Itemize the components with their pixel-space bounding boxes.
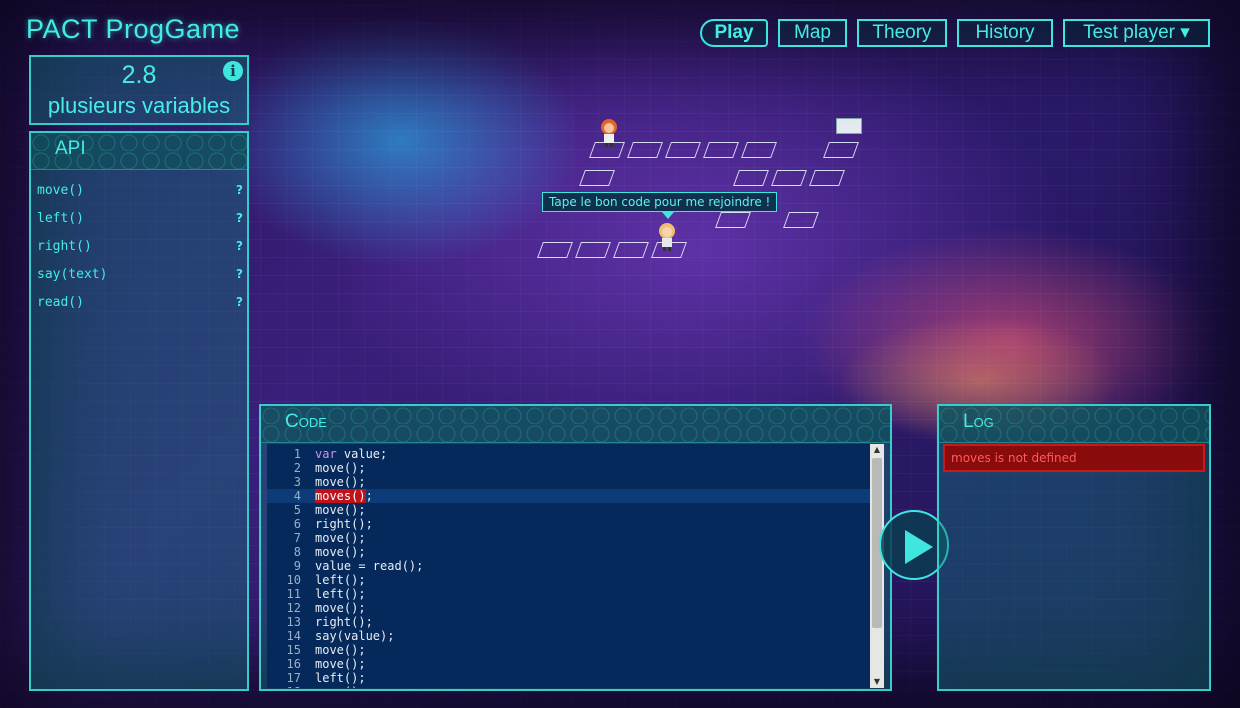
line-number: 8: [293, 545, 301, 559]
code-text: value = read();: [315, 559, 424, 573]
code-title: Code: [285, 411, 327, 432]
code-line[interactable]: 9 value = read();: [267, 559, 875, 573]
line-number: 17: [286, 671, 301, 685]
code-editor[interactable]: 1 var value; 2 move(); 3 move(); 4 moves(); 5 mov…: [267, 444, 884, 688]
scroll-down-icon[interactable]: ▼: [870, 676, 884, 688]
help-icon[interactable]: ?: [236, 295, 243, 309]
panel-header: API: [31, 133, 247, 170]
code-text: right();: [315, 517, 373, 531]
api-panel: API move()? left()? right()? say(text)? read…: [29, 131, 249, 691]
editor-scrollbar[interactable]: ▲ ▼: [870, 444, 884, 688]
line-number: 6: [293, 517, 301, 531]
line-number: 14: [286, 629, 301, 643]
level-panel: 2.8 plusieurs variables i: [29, 55, 249, 125]
log-error-message: moves is not defined: [943, 444, 1205, 472]
panel-header: Log: [939, 406, 1209, 443]
code-line[interactable]: 13 right();: [267, 615, 875, 629]
line-number: 12: [286, 601, 301, 615]
api-item[interactable]: move()?: [37, 183, 243, 203]
nav-map-button[interactable]: Map: [778, 19, 847, 47]
line-number: 1: [293, 447, 301, 461]
api-item[interactable]: right()?: [37, 239, 243, 259]
line-number: 18: [267, 685, 301, 688]
help-icon[interactable]: ?: [236, 267, 243, 281]
code-line[interactable]: 12 move();: [267, 601, 875, 615]
code-line[interactable]: 7 move();: [267, 531, 875, 545]
code-line[interactable]: 8 move();: [267, 545, 875, 559]
log-title: Log: [963, 411, 994, 432]
code-text: moves();: [315, 489, 373, 503]
help-icon[interactable]: ?: [236, 183, 243, 197]
line-number: 2: [293, 461, 301, 475]
line-number: 5: [293, 503, 301, 517]
level-number: 2.8: [121, 61, 157, 89]
api-item-label: read(): [37, 295, 84, 310]
app-title: PACT ProgGame: [26, 14, 241, 44]
nav-history-button[interactable]: History: [957, 19, 1053, 47]
code-line[interactable]: 4 moves();: [267, 489, 875, 503]
code-line[interactable]: 2 move();: [267, 461, 875, 475]
line-number: 11: [286, 587, 301, 601]
code-text: move();: [315, 601, 366, 615]
code-text: left();: [315, 671, 366, 685]
code-line[interactable]: 16 move();: [267, 657, 875, 671]
line-number: 9: [293, 559, 301, 573]
scroll-up-icon[interactable]: ▲: [870, 444, 884, 456]
nav-play-button[interactable]: Play: [700, 19, 768, 47]
code-line[interactable]: 18 move();: [267, 685, 875, 688]
help-icon[interactable]: ?: [236, 239, 243, 253]
code-text: move();: [315, 461, 366, 475]
line-number: 7: [293, 531, 301, 545]
code-line[interactable]: 11 left();: [267, 587, 875, 601]
api-item[interactable]: read()?: [37, 295, 243, 315]
code-text: move();: [315, 503, 366, 517]
code-text: move();: [315, 685, 366, 688]
api-title: API: [55, 138, 86, 159]
code-text: move();: [315, 643, 366, 657]
code-line[interactable]: 17 left();: [267, 671, 875, 685]
api-item-label: left(): [37, 211, 84, 226]
line-number: 15: [286, 643, 301, 657]
code-text: move();: [315, 531, 366, 545]
code-line[interactable]: 3 move();: [267, 475, 875, 489]
level-name: plusieurs variables: [47, 93, 231, 118]
log-panel: Log moves is not defined: [937, 404, 1211, 691]
api-item[interactable]: left()?: [37, 211, 243, 231]
play-icon: [905, 530, 933, 564]
help-icon[interactable]: ?: [236, 211, 243, 225]
code-text: left();: [315, 587, 366, 601]
code-line[interactable]: 6 right();: [267, 517, 875, 531]
code-text: move();: [315, 657, 366, 671]
api-item[interactable]: say(text)?: [37, 267, 243, 287]
line-number: 10: [286, 573, 301, 587]
code-text: move();: [315, 475, 366, 489]
code-line[interactable]: 1 var value;: [267, 447, 875, 461]
line-number: 4: [293, 489, 301, 503]
line-number: 3: [293, 475, 301, 489]
code-text: right();: [315, 615, 373, 629]
code-text: say(value);: [315, 629, 395, 643]
code-line[interactable]: 14 say(value);: [267, 629, 875, 643]
nav-theory-button[interactable]: Theory: [857, 19, 947, 47]
code-text: left();: [315, 573, 366, 587]
code-panel: Code 1 var value; 2 move(); 3 move(); 4 moves()…: [259, 404, 892, 691]
code-line[interactable]: 10 left();: [267, 573, 875, 587]
code-line[interactable]: 15 move();: [267, 643, 875, 657]
panel-header: Code: [261, 406, 890, 443]
line-number: 16: [286, 657, 301, 671]
code-text: move();: [315, 545, 366, 559]
info-icon[interactable]: i: [223, 61, 243, 81]
code-line[interactable]: 5 move();: [267, 503, 875, 517]
api-item-label: say(text): [37, 267, 108, 282]
test-player-dropdown[interactable]: Test player ▾: [1063, 19, 1210, 47]
code-text: var value;: [315, 447, 388, 461]
api-item-label: move(): [37, 183, 84, 198]
api-item-label: right(): [37, 239, 92, 254]
line-number: 13: [286, 615, 301, 629]
